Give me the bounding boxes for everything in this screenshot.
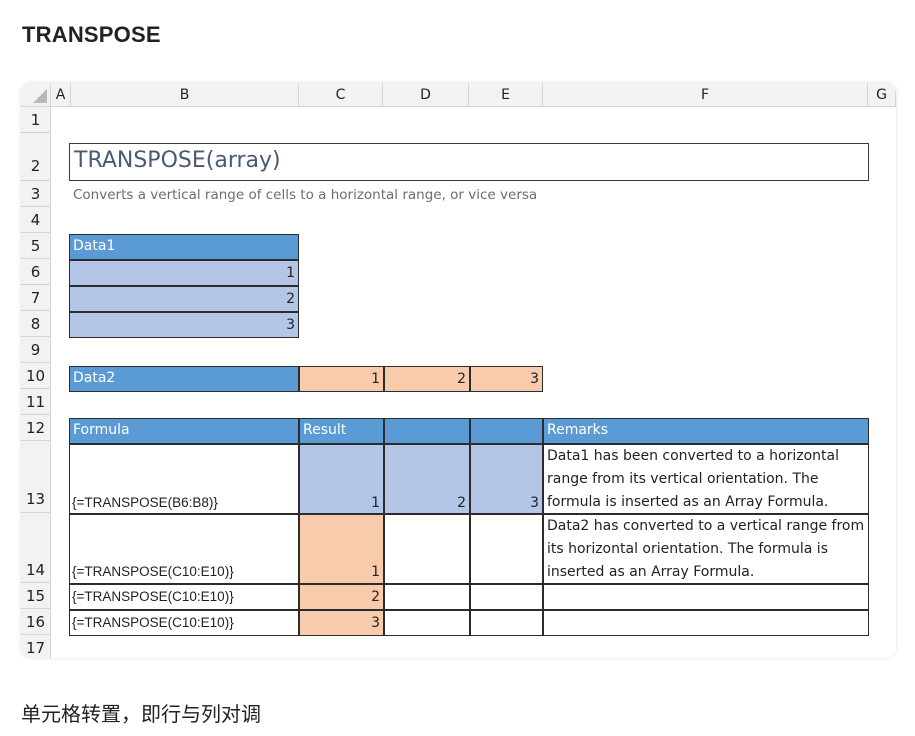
data2-value-cell[interactable]: 3 bbox=[470, 366, 543, 392]
empty-cell[interactable] bbox=[470, 584, 543, 610]
formula-cell[interactable]: {=TRANSPOSE(C10:E10)} bbox=[69, 610, 299, 636]
row-header-11[interactable]: 11 bbox=[21, 389, 51, 415]
page-heading: TRANSPOSE bbox=[22, 22, 161, 47]
sheet-subtitle-cell[interactable]: Converts a vertical range of cells to a … bbox=[69, 182, 769, 208]
result-cell[interactable]: 3 bbox=[470, 444, 543, 514]
empty-cell[interactable] bbox=[384, 584, 470, 610]
result-cell[interactable]: 2 bbox=[384, 444, 470, 514]
remarks-cell[interactable] bbox=[543, 584, 869, 610]
row-header-10[interactable]: 10 bbox=[21, 363, 51, 389]
row-header-13[interactable]: 13 bbox=[21, 441, 51, 513]
column-header-f[interactable]: F bbox=[543, 83, 868, 107]
remarks-cell[interactable]: Data2 has converted to a vertical range … bbox=[543, 514, 869, 584]
result-cell[interactable]: 3 bbox=[299, 610, 384, 636]
remarks-cell[interactable]: Data1 has been converted to a horizontal… bbox=[543, 444, 869, 514]
data2-value-cell[interactable]: 2 bbox=[384, 366, 470, 392]
table-header-d[interactable] bbox=[384, 418, 470, 444]
spreadsheet-grid: A B C D E F G 1 2 3 4 5 6 7 8 9 10 11 12… bbox=[21, 83, 896, 658]
empty-cell[interactable] bbox=[470, 514, 543, 584]
data1-value-cell[interactable]: 2 bbox=[69, 286, 299, 312]
table-header-result[interactable]: Result bbox=[299, 418, 384, 444]
row-header-8[interactable]: 8 bbox=[21, 311, 51, 337]
formula-cell[interactable]: {=TRANSPOSE(C10:E10)} bbox=[69, 514, 299, 584]
row-header-16[interactable]: 16 bbox=[21, 609, 51, 635]
row-header-3[interactable]: 3 bbox=[21, 181, 51, 207]
data2-header-cell[interactable]: Data2 bbox=[69, 366, 299, 392]
select-all-corner[interactable] bbox=[21, 83, 51, 107]
table-header-e[interactable] bbox=[470, 418, 543, 444]
data1-header-cell[interactable]: Data1 bbox=[69, 234, 299, 260]
column-header-a[interactable]: A bbox=[51, 83, 71, 107]
formula-cell[interactable]: {=TRANSPOSE(C10:E10)} bbox=[69, 584, 299, 610]
data1-value-cell[interactable]: 1 bbox=[69, 260, 299, 286]
column-header-b[interactable]: B bbox=[71, 83, 299, 107]
row-header-17[interactable]: 17 bbox=[21, 635, 51, 658]
data1-value-cell[interactable]: 3 bbox=[69, 312, 299, 338]
result-cell[interactable]: 1 bbox=[299, 444, 384, 514]
row-header-5[interactable]: 5 bbox=[21, 233, 51, 259]
column-header-c[interactable]: C bbox=[299, 83, 383, 107]
spreadsheet-screenshot: A B C D E F G 1 2 3 4 5 6 7 8 9 10 11 12… bbox=[21, 83, 896, 658]
row-header-15[interactable]: 15 bbox=[21, 583, 51, 609]
formula-cell[interactable]: {=TRANSPOSE(B6:B8)} bbox=[69, 444, 299, 514]
row-header-4[interactable]: 4 bbox=[21, 207, 51, 233]
row-header-1[interactable]: 1 bbox=[21, 107, 51, 133]
result-cell[interactable]: 1 bbox=[299, 514, 384, 584]
table-header-formula[interactable]: Formula bbox=[69, 418, 299, 444]
data2-value-cell[interactable]: 1 bbox=[299, 366, 384, 392]
footer-caption: 单元格转置，即行与列对调 bbox=[21, 704, 261, 726]
sheet-title-cell[interactable]: TRANSPOSE(array) bbox=[69, 143, 869, 181]
row-header-2[interactable]: 2 bbox=[21, 133, 51, 181]
empty-cell[interactable] bbox=[384, 514, 470, 584]
empty-cell[interactable] bbox=[384, 610, 470, 636]
row-header-12[interactable]: 12 bbox=[21, 415, 51, 441]
row-header-7[interactable]: 7 bbox=[21, 285, 51, 311]
result-cell[interactable]: 2 bbox=[299, 584, 384, 610]
column-header-d[interactable]: D bbox=[383, 83, 469, 107]
column-header-e[interactable]: E bbox=[469, 83, 543, 107]
column-header-g[interactable]: G bbox=[868, 83, 896, 107]
table-header-remarks[interactable]: Remarks bbox=[543, 418, 869, 444]
row-header-6[interactable]: 6 bbox=[21, 259, 51, 285]
remarks-cell[interactable] bbox=[543, 610, 869, 636]
row-header-14[interactable]: 14 bbox=[21, 513, 51, 583]
row-header-9[interactable]: 9 bbox=[21, 337, 51, 363]
empty-cell[interactable] bbox=[470, 610, 543, 636]
